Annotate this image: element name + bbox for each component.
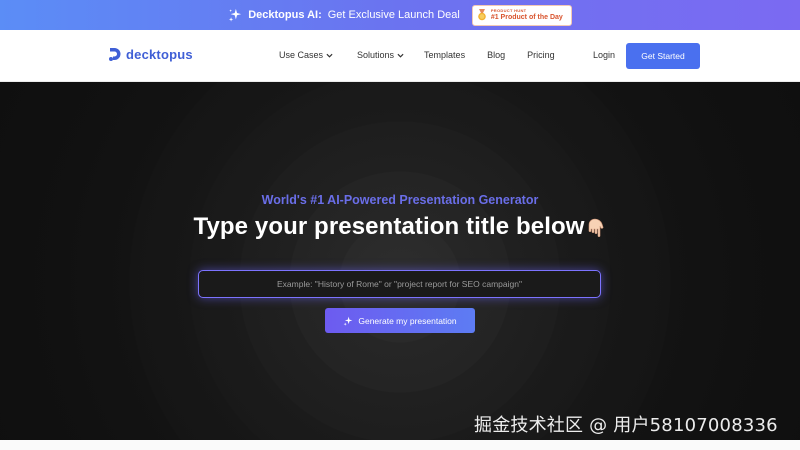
login-link[interactable]: Login bbox=[593, 50, 615, 60]
get-started-button[interactable]: Get Started bbox=[626, 43, 700, 69]
page-bottom-edge bbox=[0, 440, 800, 450]
nav-use-cases-label: Use Cases bbox=[279, 50, 324, 60]
generate-presentation-button[interactable]: Generate my presentation bbox=[325, 308, 475, 333]
nav-blog[interactable]: Blog bbox=[487, 50, 505, 60]
hero-subtitle: World's #1 AI-Powered Presentation Gener… bbox=[261, 193, 539, 207]
promo-brand: Decktopus AI: bbox=[248, 9, 322, 21]
sparkle-icon bbox=[229, 8, 242, 22]
badge-label-small: PRODUCT HUNT bbox=[490, 8, 527, 13]
medal-icon bbox=[478, 9, 486, 21]
decktopus-logo-icon bbox=[109, 47, 121, 61]
hero-title-row: Type your presentation title below bbox=[0, 213, 800, 241]
promo-banner[interactable]: Decktopus AI: Get Exclusive Launch Deal … bbox=[0, 0, 800, 30]
promo-text[interactable]: Decktopus AI: Get Exclusive Launch Deal bbox=[228, 8, 460, 22]
pointing-down-hand-icon bbox=[588, 218, 603, 238]
nav-templates[interactable]: Templates bbox=[424, 50, 465, 60]
nav-pricing[interactable]: Pricing bbox=[527, 50, 555, 60]
sparkle-icon bbox=[343, 316, 353, 326]
main-nav: Use Cases Solutions Templates Blog Prici… bbox=[279, 50, 555, 60]
title-input-wrapper bbox=[198, 270, 601, 298]
generate-button-label: Generate my presentation bbox=[358, 315, 457, 326]
chevron-down-icon bbox=[397, 53, 404, 58]
nav-solutions-label: Solutions bbox=[357, 50, 395, 60]
chevron-down-icon bbox=[326, 53, 333, 58]
product-hunt-badge[interactable]: PRODUCT HUNT #1 Product of the Day bbox=[471, 4, 572, 26]
nav-use-cases[interactable]: Use Cases bbox=[279, 50, 333, 60]
logo[interactable]: decktopus bbox=[109, 47, 193, 62]
promo-deal-text: Get Exclusive Launch Deal bbox=[327, 9, 460, 21]
watermark-text: 掘金技术社区 @ 用户58107008336 bbox=[474, 415, 778, 436]
badge-label: #1 Product of the Day bbox=[490, 14, 563, 21]
hero-title: Type your presentation title below bbox=[193, 213, 585, 240]
nav-solutions[interactable]: Solutions bbox=[357, 50, 404, 60]
site-header: decktopus Use Cases Solutions Templates … bbox=[0, 30, 800, 82]
hero-section bbox=[0, 82, 800, 440]
presentation-title-input[interactable] bbox=[199, 271, 600, 297]
logo-text: decktopus bbox=[126, 47, 193, 62]
